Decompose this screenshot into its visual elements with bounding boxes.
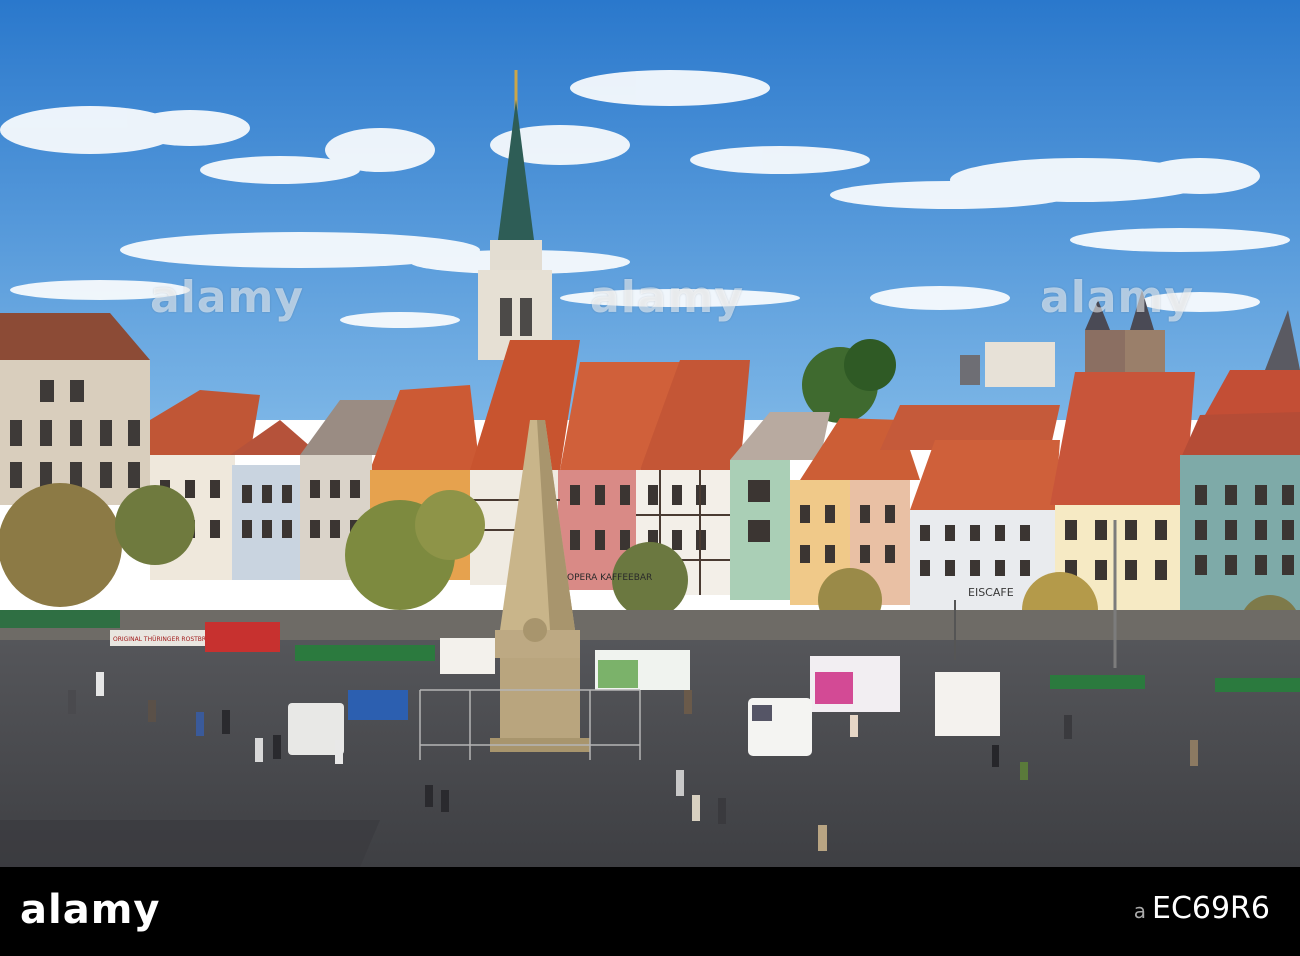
- watermark: alamy: [150, 272, 304, 323]
- alamy-logo[interactable]: alamy: [20, 887, 160, 933]
- image-id: a EC69R6: [1134, 891, 1270, 926]
- image-id-label: a: [1133, 899, 1146, 923]
- footer-bar: alamy a EC69R6: [0, 867, 1300, 956]
- watermark: alamy: [590, 272, 744, 323]
- sign-opera-kaffeebar: OPERA KAFFEEBAR: [567, 573, 652, 583]
- left-building: [0, 313, 150, 505]
- watermark: alamy: [1040, 272, 1194, 323]
- sign-eiscafe: EISCAFE: [968, 586, 1014, 599]
- photo-scene: OPERA KAFFEEBAR EISCAFE ORIGINAL THÜRING…: [0, 0, 1300, 867]
- image-id-value: EC69R6: [1151, 891, 1270, 926]
